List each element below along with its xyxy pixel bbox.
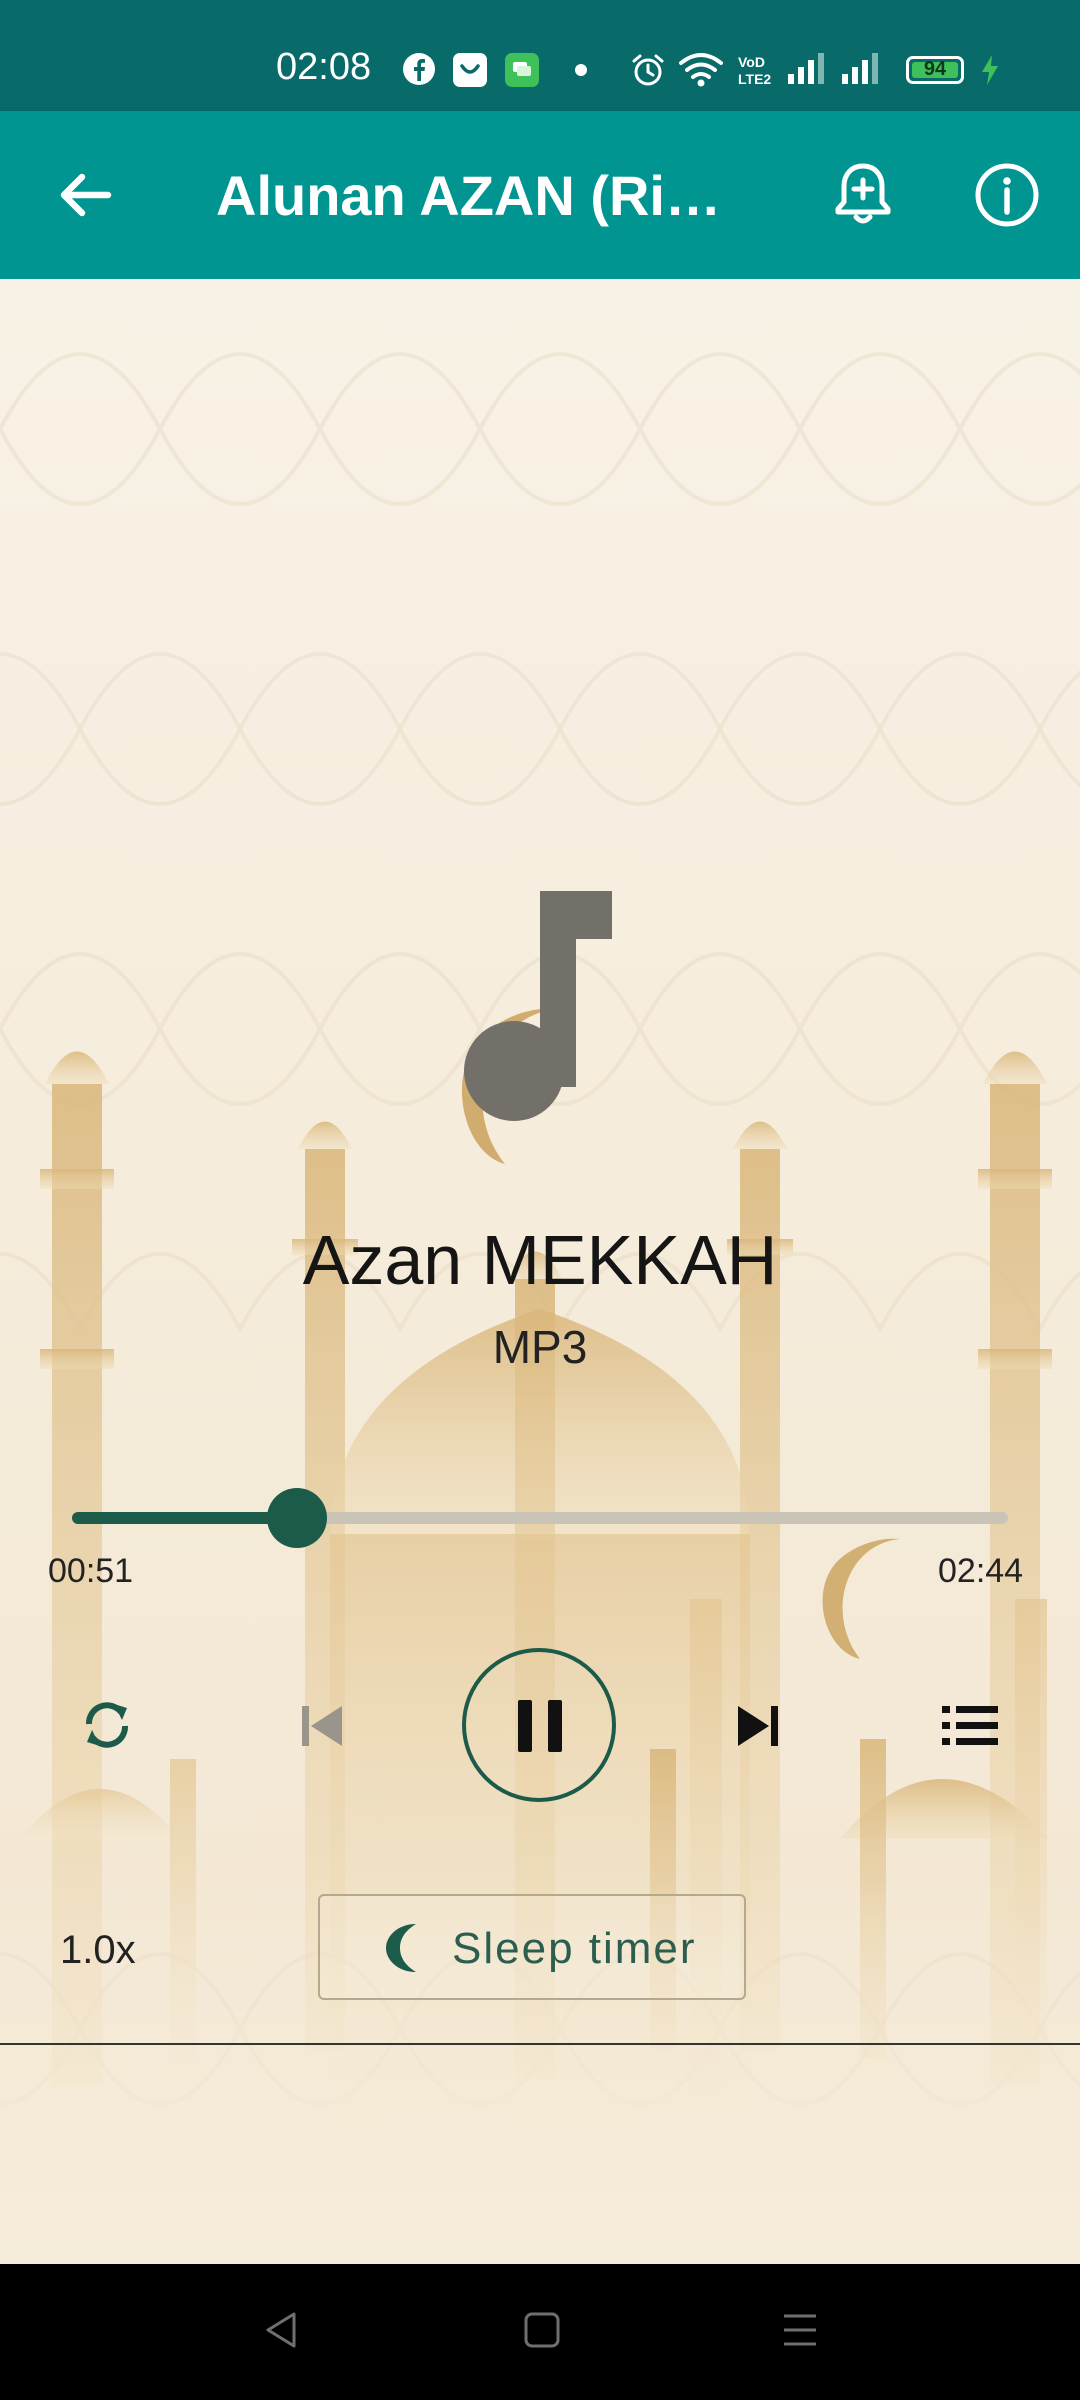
- sleep-timer-label: Sleep timer: [452, 1924, 697, 1973]
- messages-icon: [505, 53, 539, 87]
- seek-thumb[interactable]: [266, 1488, 327, 1548]
- dot-icon: [575, 64, 587, 76]
- skip-next-icon[interactable]: [732, 1700, 784, 1752]
- status-time: 02:08: [276, 46, 372, 88]
- signal-icon: [788, 53, 824, 84]
- back-icon[interactable]: [262, 2310, 302, 2350]
- recents-icon[interactable]: [780, 2310, 820, 2350]
- signal-icon: [842, 53, 878, 84]
- moon-icon: [386, 1924, 416, 1972]
- pause-button[interactable]: [462, 1648, 616, 1802]
- charging-icon: [982, 55, 998, 85]
- home-icon[interactable]: [522, 2310, 562, 2350]
- music-note-icon: [464, 891, 612, 1121]
- system-nav-bar: [0, 2264, 1080, 2400]
- playback-speed[interactable]: 1.0x: [60, 1928, 136, 1973]
- wifi-icon: [679, 53, 723, 87]
- battery-level: 94: [923, 58, 947, 80]
- app-bar: Alunan AZAN (Ringtone): [0, 111, 1080, 279]
- battery-indicator: 94: [906, 56, 964, 84]
- info-icon[interactable]: [968, 156, 1046, 234]
- page-title: Alunan AZAN (Ringtone): [216, 164, 736, 227]
- mosque-illustration: [0, 1008, 1080, 2264]
- add-notification-icon[interactable]: [824, 156, 902, 234]
- seek-bar[interactable]: [72, 1488, 1008, 1548]
- volte-icon: VoD LTE2: [738, 54, 771, 87]
- sleep-timer-button[interactable]: Sleep timer: [318, 1894, 746, 2000]
- back-arrow-icon[interactable]: [46, 156, 124, 234]
- alarm-icon: [632, 54, 664, 86]
- skip-previous-icon[interactable]: [296, 1700, 348, 1752]
- facebook-icon: [403, 53, 435, 85]
- svg-text:VoD: VoD: [738, 54, 765, 70]
- pause-icon: [518, 1700, 562, 1752]
- face-app-icon: [453, 53, 487, 87]
- current-time: 00:51: [48, 1552, 134, 1590]
- status-bar: 02:08 VoD LTE2 94: [0, 0, 1080, 111]
- svg-text:LTE2: LTE2: [738, 71, 771, 87]
- repeat-icon[interactable]: [74, 1692, 140, 1758]
- track-format: MP3: [492, 1321, 588, 1373]
- seek-progress: [72, 1512, 297, 1524]
- track-title: Azan MEKKAH: [302, 1221, 778, 1299]
- total-time: 02:44: [938, 1552, 1024, 1590]
- divider: [0, 2043, 1080, 2045]
- playlist-icon[interactable]: [940, 1700, 1000, 1752]
